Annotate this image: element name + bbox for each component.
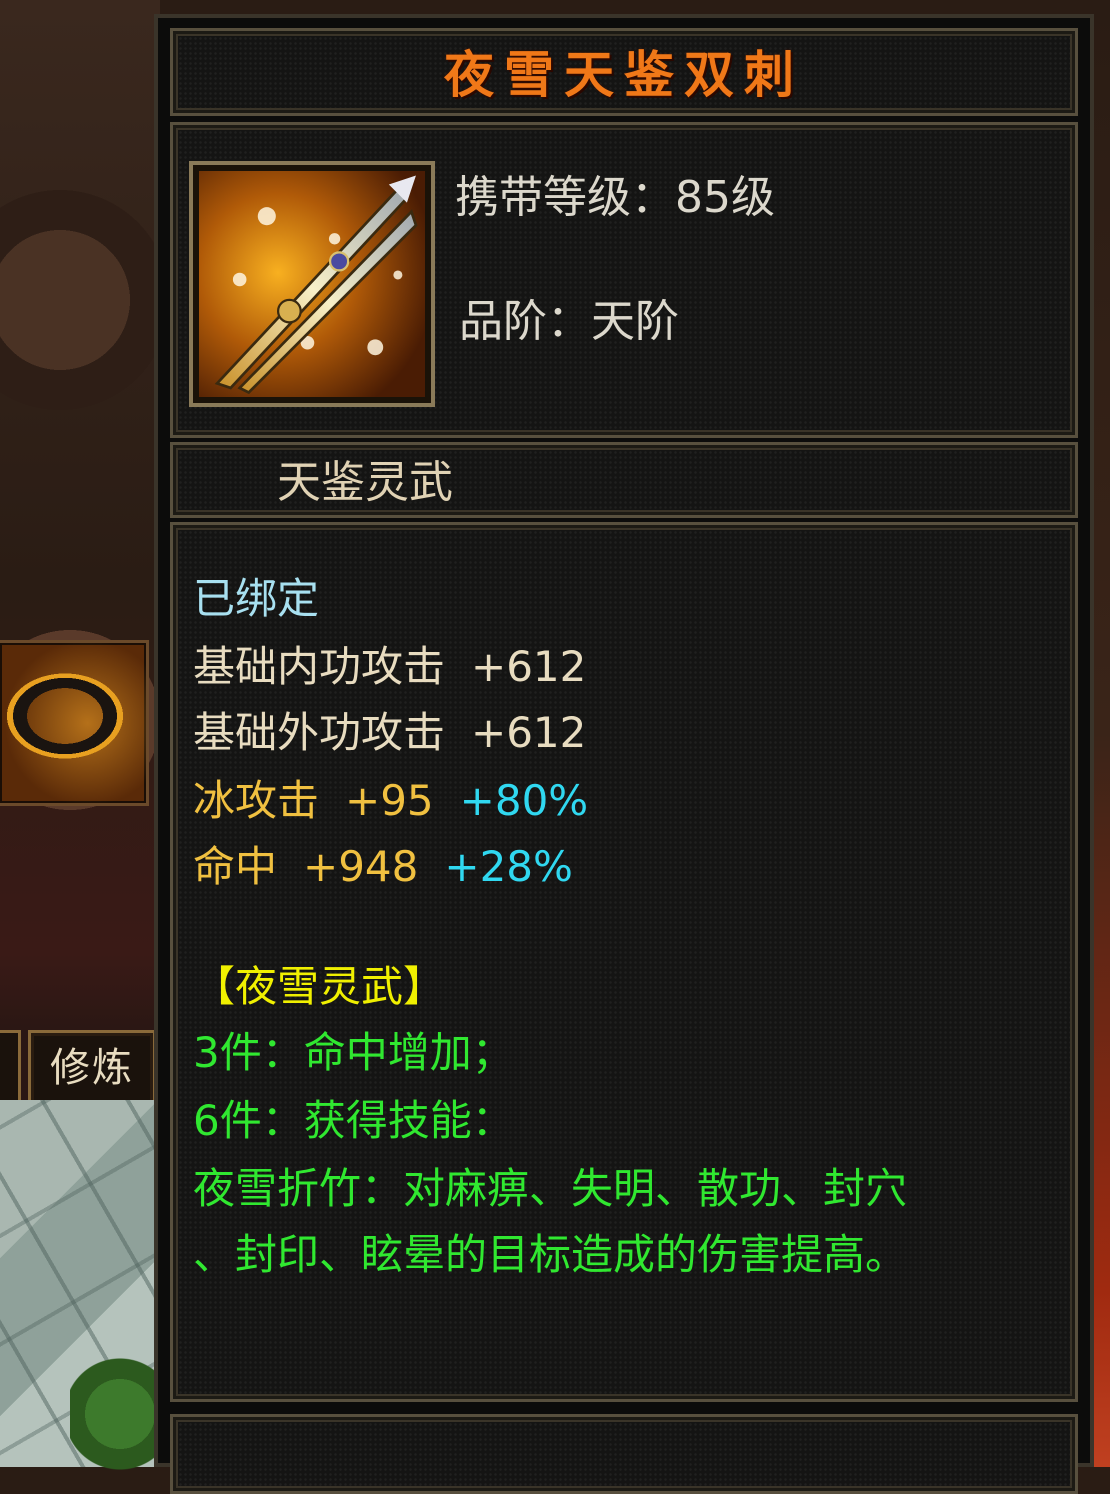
stat-value: +95 (345, 776, 434, 825)
tab-partial[interactable] (0, 1030, 21, 1106)
bound-status: 已绑定 (193, 574, 320, 623)
skill-description-line-1: 夜雪折竹：对麻痹、失明、散功、封穴 (193, 1164, 908, 1213)
stat-percent: +28% (444, 842, 573, 891)
skill-description-line-2: 、封印、眩晕的目标造成的伤害提高。 (193, 1230, 908, 1279)
item-info-section: 携带等级：85级 品阶：天阶 (170, 122, 1078, 438)
set-bonus-3: 3件：命中增加； (193, 1028, 514, 1077)
attributes-section: 已绑定 基础内功攻击 +612 基础外功攻击 +612 冰攻击 +95 +80% 命中 +… (170, 522, 1078, 1402)
bottom-section-partial (170, 1414, 1078, 1494)
stat-label: 基础外功攻击 (193, 708, 446, 757)
twin-daggers-icon (199, 171, 425, 397)
stat-value: +948 (303, 842, 419, 891)
base-outer-attack-row: 基础外功攻击 +612 (193, 699, 586, 760)
stat-label: 命中 (193, 842, 278, 891)
bracelet-equipment-slot[interactable] (0, 640, 149, 806)
right-panel-edge (1094, 0, 1110, 1467)
base-inner-attack-row: 基础内功攻击 +612 (193, 633, 586, 694)
hit-row: 命中 +948 +28% (193, 833, 573, 894)
tab-cultivate[interactable]: 修炼 (28, 1030, 156, 1106)
stat-percent: +80% (459, 776, 589, 825)
carry-level-text: 携带等级：85级 (455, 172, 775, 223)
ice-attack-row: 冰攻击 +95 +80% (193, 767, 588, 828)
item-name: 夜雪天鉴双刺 (444, 46, 804, 104)
set-bonus-6: 6件：获得技能： (193, 1096, 514, 1145)
item-series-bar: 天鉴灵武 (170, 442, 1078, 518)
set-bonus-name: 【夜雪灵武】 (193, 962, 446, 1011)
stat-value: +612 (471, 708, 587, 757)
item-icon-frame (189, 161, 435, 407)
stat-value: +612 (471, 642, 587, 691)
stat-label: 基础内功攻击 (193, 642, 446, 691)
grade-text: 品阶：天阶 (459, 296, 679, 347)
tooltip-title-bar: 夜雪天鉴双刺 (170, 28, 1078, 116)
item-series-label: 天鉴灵武 (277, 457, 453, 508)
item-tooltip: 夜雪天鉴双刺 携带等级：85级 品阶：天阶 天鉴灵武 已绑定 基础内功攻击 +6… (154, 14, 1094, 1494)
stat-label: 冰攻击 (193, 776, 320, 825)
